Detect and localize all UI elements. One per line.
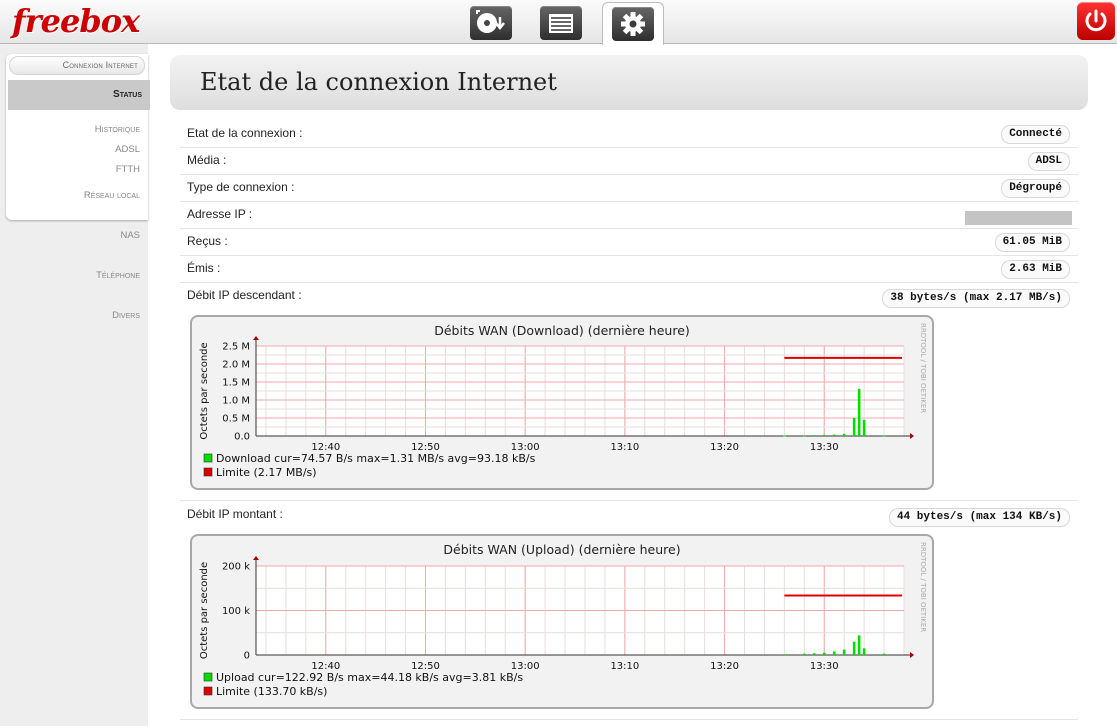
traffic-bar [857,635,861,655]
top-bar: freebox [0,0,1117,45]
traffic-bar [812,435,816,437]
sidebar-item-reseau-local[interactable]: Réseau local [84,190,140,201]
field-label: Média : [187,153,227,167]
legend-swatch [203,453,213,463]
traffic-bar [857,388,861,436]
traffic-bar [852,418,856,436]
traffic-bar [822,434,826,436]
field-label: Débit IP descendant : [187,288,302,302]
traffic-bar [842,649,846,655]
traffic-bar [812,653,816,655]
traffic-bar [842,433,846,436]
traffic-bar [832,651,836,655]
field-value: 44 bytes/s (max 134 KB/s) [888,508,1070,527]
legend-label: Limite (133.70 kB/s) [216,685,327,698]
x-tick-label: 13:30 [810,442,839,453]
field-row-emis: Émis : 2.63 MiB [180,256,1078,283]
field-value: 2.63 MiB [1001,260,1070,279]
sidebar-item-historique[interactable]: Historique [95,124,140,135]
download-graph: Débits WAN (Download) (dernière heure) Oc… [190,315,934,490]
sidebar-item-ftth[interactable]: FTTH [116,164,140,175]
sidebar-item-status[interactable]: Status [8,80,150,110]
y-axis-label: Octets par seconde [199,562,210,659]
sidebar-item-nas[interactable]: NAS [120,230,140,241]
sidebar-group-title[interactable]: Connexion Internet [9,56,145,75]
sidebar-item-adsl[interactable]: ADSL [115,144,140,155]
power-button[interactable] [1077,2,1115,40]
field-row-type: Type de connexion : Dégroupé [180,175,1078,202]
power-icon [1085,9,1107,32]
x-tick-label: 13:30 [810,661,839,672]
field-value: 38 bytes/s (max 2.17 MB/s) [882,289,1070,308]
field-label: Émis : [187,261,221,275]
watermark-label: RRDTOOL / TOBI OETIKER [919,323,927,413]
field-value: Dégroupé [1001,179,1070,198]
y-axis-arrow [253,556,259,560]
field-row-ip: Adresse IP : [180,202,1078,229]
traffic-bar [822,652,826,655]
y-tick-label: 0.0 [234,432,250,443]
field-label: Adresse IP : [187,207,253,221]
field-label: Etat de la connexion : [187,126,303,140]
y-tick-label: 2.5 M [222,342,250,353]
download-chart-svg: Débits WAN (Download) (dernière heure) Oc… [199,323,927,479]
x-tick-label: 13:10 [610,661,639,672]
gear-icon [612,7,654,41]
list-icon[interactable] [540,6,582,40]
traffic-bar [852,641,856,655]
y-tick-label: 0 [244,651,250,662]
traffic-bar [862,648,866,655]
legend-label: Download cur=74.57 B/s max=1.31 MB/s avg… [216,452,536,465]
traffic-bar [803,435,806,437]
x-axis-arrow [910,433,914,439]
y-tick-label: 200 k [222,562,250,573]
traffic-bar [882,653,886,655]
legend-swatch [203,672,213,682]
status-badge: Connecté [1001,125,1070,144]
freebox-logo[interactable]: freebox [12,2,140,40]
field-value: ADSL [1027,152,1070,171]
field-label: Débit IP montant : [187,507,283,521]
download-icon[interactable] [470,6,512,40]
sidebar-item-divers[interactable]: Divers [112,310,140,321]
chart-title: Débits WAN (Upload) (dernière heure) [443,542,680,557]
x-tick-label: 13:10 [610,442,639,453]
legend-label: Limite (2.17 MB/s) [216,466,317,479]
upload-chart-svg: Débits WAN (Upload) (dernière heure) Octe… [199,542,927,698]
legend-swatch [203,467,213,477]
field-label: Reçus : [187,234,228,248]
y-tick-label: 1.0 M [222,396,250,407]
page-title: Etat de la connexion Internet [200,68,557,96]
field-value: 61.05 MiB [994,233,1070,252]
legend-label: Upload cur=122.92 B/s max=44.18 kB/s avg… [216,671,523,684]
page-header: Etat de la connexion Internet [170,55,1088,110]
traffic-bar [882,435,886,437]
traffic-bar [783,435,786,437]
x-axis-arrow [910,652,914,658]
y-tick-label: 2.0 M [222,360,250,371]
x-tick-label: 13:20 [710,661,739,672]
legend-swatch [203,686,213,696]
sidebar: Connexion Internet Status Historique ADS… [0,44,150,726]
ip-address-redacted [965,211,1072,225]
field-row-recus: Reçus : 61.05 MiB [180,229,1078,256]
traffic-bar [803,653,806,655]
chart-title: Débits WAN (Download) (dernière heure) [434,323,690,338]
field-row-media: Média : ADSL [180,148,1078,175]
traffic-bar [832,434,836,436]
y-tick-label: 0.5 M [222,414,250,425]
settings-tab[interactable] [602,2,664,45]
field-label: Type de connexion : [187,180,295,194]
y-tick-label: 1.5 M [222,378,250,389]
x-tick-label: 13:20 [710,442,739,453]
watermark-label: RRDTOOL / TOBI OETIKER [919,542,927,632]
traffic-bar [862,419,866,436]
y-tick-label: 100 k [222,606,250,617]
field-row-etat: Etat de la connexion : Connecté [180,121,1078,148]
upload-graph: Débits WAN (Upload) (dernière heure) Octe… [190,534,934,709]
y-axis-label: Octets par seconde [199,342,210,439]
traffic-bar [783,654,786,656]
sidebar-item-telephone[interactable]: Téléphone [96,270,140,281]
y-axis-arrow [253,336,259,340]
